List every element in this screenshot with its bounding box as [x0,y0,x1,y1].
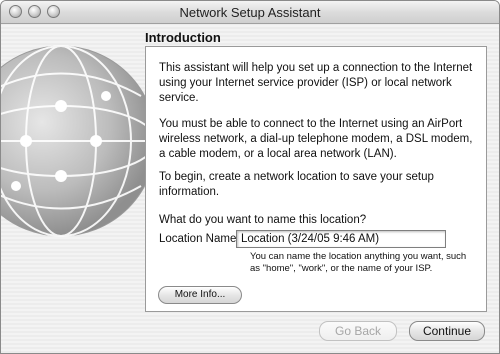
window-title: Network Setup Assistant [179,5,321,20]
location-hint: You can name the location anything you w… [250,251,467,274]
network-globe-icon [1,45,157,237]
title-bar: Network Setup Assistant [1,1,499,24]
assistant-window: Network Setup Assistant Introduction Thi… [0,0,500,354]
section-heading: Introduction [145,30,221,45]
intro-paragraph-1: This assistant will help you set up a co… [159,62,473,104]
go-back-button[interactable]: Go Back [319,321,397,341]
continue-button[interactable]: Continue [409,321,485,341]
intro-paragraph-3: To begin, create a network location to s… [159,171,434,198]
location-name-label: Location Name: [159,233,240,245]
location-question: What do you want to name this location? [159,214,367,226]
intro-paragraph-2: You must be able to connect to the Inter… [159,118,473,160]
more-info-button[interactable]: More Info... [158,286,242,304]
location-name-input[interactable] [236,230,446,248]
